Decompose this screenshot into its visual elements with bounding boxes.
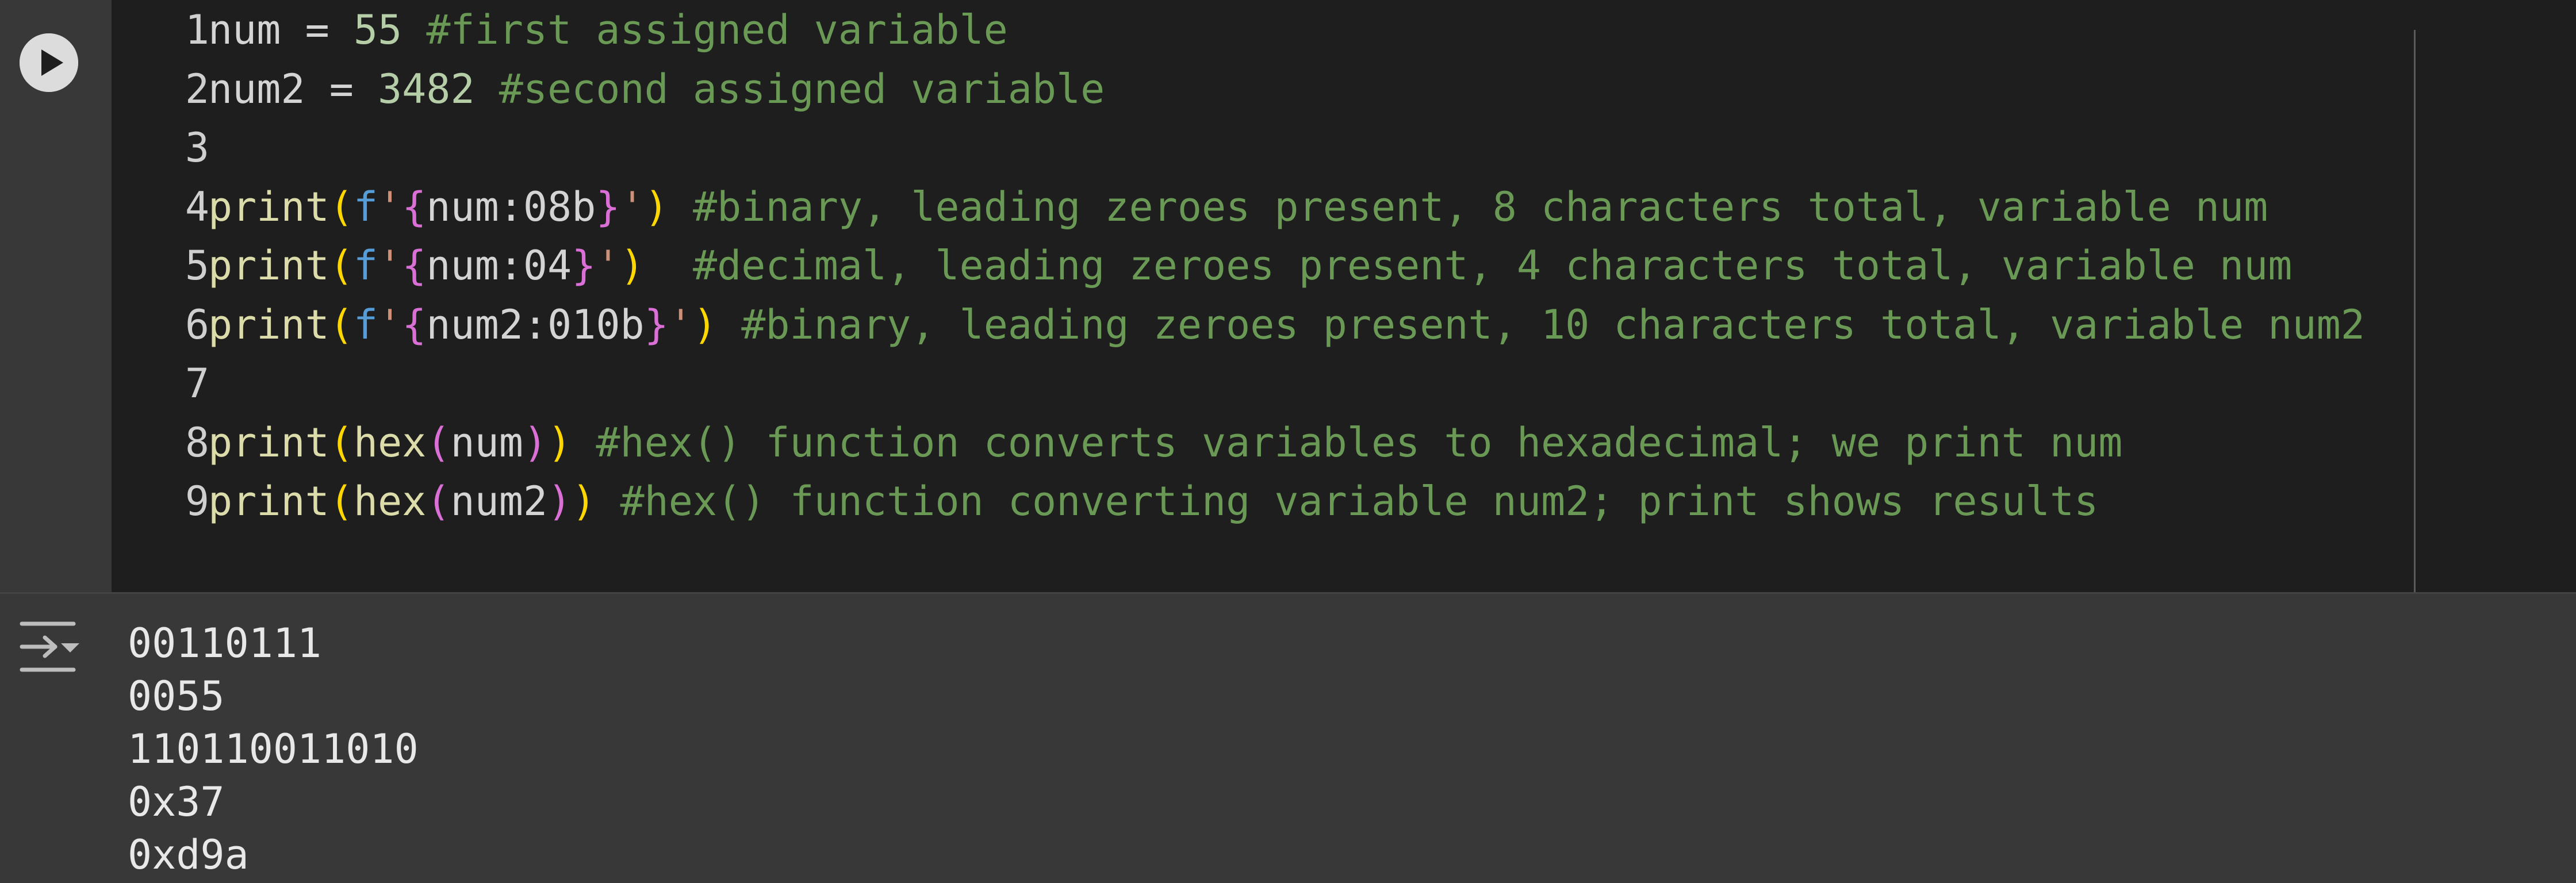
code-token: { [402, 301, 427, 348]
output-line: 0055 [128, 673, 225, 720]
code-token: ( [329, 419, 354, 466]
code-token: #decimal, leading zeroes present, 4 char… [644, 242, 2293, 289]
code-token: = [305, 65, 378, 113]
code-token: print [208, 419, 329, 466]
code-token: ' [378, 183, 402, 231]
code-token: num:08b [426, 183, 596, 231]
code-token: num [208, 6, 281, 53]
code-token: = [281, 6, 354, 53]
play-icon [20, 33, 78, 92]
output-settings-icon [20, 621, 79, 672]
code-token: hex [353, 419, 427, 466]
code-token: ) [620, 242, 645, 289]
line-number: 3 [185, 124, 209, 171]
code-text: print(f'{num:04}') #decimal, leading zer… [208, 237, 2292, 294]
code-token: ( [329, 242, 354, 289]
code-token: num:04 [426, 242, 572, 289]
code-editor[interactable]: 1 num = 55 #first assigned variable 2 num2 … [112, 0, 2576, 592]
line-length-ruler [2414, 30, 2416, 592]
cell-output: 00110111 0055 110110011010 0x37 0xd9a [0, 592, 2576, 883]
line-number: 6 [185, 301, 209, 348]
code-token: print [208, 183, 329, 231]
line-number: 2 [185, 65, 209, 113]
code-token: ( [426, 478, 451, 525]
code-text: print(hex(num2)) #hex() function convert… [208, 473, 2098, 530]
code-token: #first assigned variable [402, 6, 1008, 53]
code-token: hex [353, 478, 427, 525]
code-token: #binary, leading zeroes present, 8 chara… [668, 183, 2268, 231]
line-number: 4 [185, 183, 209, 231]
code-token: print [208, 301, 329, 348]
code-token: ( [329, 478, 354, 525]
code-token: } [596, 183, 620, 231]
code-token: num [450, 419, 523, 466]
code-token: #hex() function converts variables to he… [572, 419, 2123, 466]
code-token: } [644, 301, 669, 348]
code-token: } [572, 242, 596, 289]
line-number: 8 [185, 419, 209, 466]
code-token: ' [378, 301, 402, 348]
code-token: #second assigned variable [474, 65, 1105, 113]
code-token: f [353, 301, 378, 348]
code-token: ' [620, 183, 645, 231]
code-token: ( [426, 419, 451, 466]
line-number: 7 [185, 360, 209, 407]
code-token: ( [329, 183, 354, 231]
code-token: ) [644, 183, 669, 231]
code-token: f [353, 242, 378, 289]
code-token: 55 [353, 6, 402, 53]
code-token: ) [547, 419, 572, 466]
output-text: 00110111 0055 110110011010 0x37 0xd9a [128, 617, 419, 881]
line-number: 1 [185, 6, 209, 53]
output-line: 0x37 [128, 778, 225, 826]
code-text: print(f'{num2:010b}') #binary, leading z… [208, 296, 2365, 354]
code-token: { [402, 183, 427, 231]
line-number: 9 [185, 478, 209, 525]
code-token: num2 [450, 478, 548, 525]
code-token: ) [547, 478, 572, 525]
code-text: num = 55 #first assigned variable [208, 1, 1008, 59]
output-line: 0xd9a [128, 831, 249, 878]
code-token: #binary, leading zeroes present, 10 char… [717, 301, 2365, 348]
code-token: 3482 [378, 65, 475, 113]
notebook-code-cell: 1 num = 55 #first assigned variable 2 num2 … [0, 0, 2576, 883]
line-number: 5 [185, 242, 209, 289]
output-line: 110110011010 [128, 725, 419, 773]
code-token: num2 [208, 65, 305, 113]
code-token: { [402, 242, 427, 289]
code-token: ( [329, 301, 354, 348]
code-token: ) [572, 478, 596, 525]
cell-gutter [0, 0, 112, 592]
code-token: ' [596, 242, 620, 289]
code-token: #hex() function converting variable num2… [596, 478, 2099, 525]
code-text: num2 = 3482 #second assigned variable [208, 60, 1105, 118]
code-token: f [353, 183, 378, 231]
run-cell-button[interactable] [20, 33, 78, 92]
output-line: 00110111 [128, 620, 322, 667]
code-token: ' [668, 301, 693, 348]
code-text: print(f'{num:08b}') #binary, leading zer… [208, 178, 2268, 236]
code-token: print [208, 242, 329, 289]
code-token: ) [692, 301, 718, 348]
output-settings-button[interactable] [18, 618, 82, 675]
code-token: ' [378, 242, 402, 289]
code-token: print [208, 478, 329, 525]
code-text: print(hex(num)) #hex() function converts… [208, 414, 2122, 471]
code-token: num2:010b [426, 301, 645, 348]
code-token: ) [523, 419, 548, 466]
